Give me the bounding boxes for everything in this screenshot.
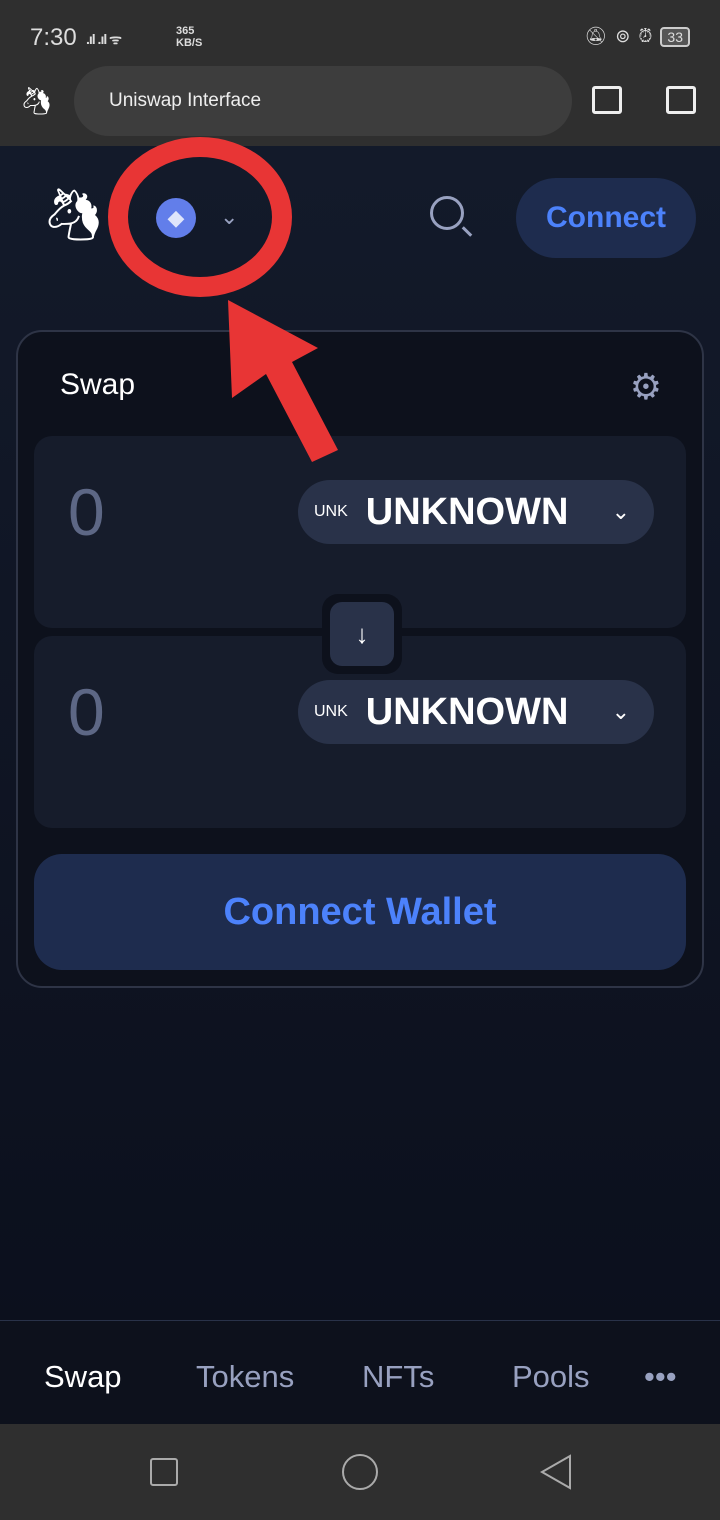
back-icon[interactable] (538, 1454, 574, 1490)
switch-tokens-button[interactable]: ↓ (322, 594, 402, 674)
connect-wallet-button[interactable]: Connect Wallet (34, 854, 686, 970)
battery-icon: 33 (660, 26, 690, 47)
nav-nfts[interactable]: NFTs (362, 1359, 434, 1395)
alarm-icon: ⏰︎ (638, 26, 653, 46)
clock: 7:30 (30, 24, 77, 51)
mute-icon: 🔕︎ (584, 26, 608, 46)
network-speed: 365 KB/S (176, 25, 202, 49)
ethereum-network-icon[interactable]: ◆ (156, 198, 196, 238)
recents-icon[interactable] (150, 1458, 178, 1486)
chevron-down-icon[interactable]: ⌄ (220, 204, 238, 230)
home-icon[interactable] (342, 1454, 378, 1490)
nav-tokens[interactable]: Tokens (196, 1359, 294, 1395)
arrow-down-icon: ↓ (330, 602, 394, 666)
chevron-down-icon: ⌄ (611, 699, 630, 724)
token-logo-text: UNK (314, 503, 348, 520)
output-token-selector[interactable]: UNK UNKNOWN ⌄ (298, 680, 654, 744)
chevron-down-icon: ⌄ (611, 499, 630, 524)
swap-title: Swap (60, 368, 136, 401)
desktop-view-icon[interactable] (592, 86, 622, 114)
browser-bar: 🦄︎ Uniswap Interface (0, 66, 720, 146)
share-icon[interactable] (666, 86, 696, 114)
signal-icon: .ıl .ıl ᯤ (86, 31, 122, 47)
output-amount[interactable]: 0 (68, 674, 105, 750)
speed-unit: KB/S (176, 37, 203, 49)
uniswap-app: 🦄︎ ◆ ⌄ Connect Swap ⚙ 0 UNK UNKNOWN ⌄ 0 … (0, 146, 720, 1424)
swap-card: Swap ⚙ 0 UNK UNKNOWN ⌄ 0 UNK UNKNOWN ⌄ ↓… (16, 330, 704, 988)
input-amount[interactable]: 0 (68, 474, 105, 550)
rotation-lock-icon: ⊚ (615, 26, 631, 46)
connect-button[interactable]: Connect (516, 178, 696, 258)
nav-swap[interactable]: Swap (44, 1359, 122, 1395)
token-logo-text: UNK (314, 703, 348, 720)
input-token-selector[interactable]: UNK UNKNOWN ⌄ (298, 480, 654, 544)
status-bar: 7:30 .ıl .ıl ᯤ 365 KB/S 🔕︎ ⊚ ⏰︎ 33 (0, 0, 720, 66)
bottom-nav: Swap Tokens NFTs Pools ••• (0, 1320, 720, 1424)
more-icon[interactable]: ••• (644, 1359, 677, 1395)
url-bar[interactable]: Uniswap Interface (74, 66, 572, 136)
uniswap-favicon-icon: 🦄︎ (20, 86, 54, 116)
gear-icon[interactable]: ⚙ (630, 366, 662, 408)
speed-value: 365 (176, 25, 195, 37)
android-nav-bar (0, 1424, 720, 1520)
uniswap-logo-icon[interactable]: 🦄︎ (42, 186, 105, 245)
token-name: UNKNOWN (365, 490, 569, 533)
search-icon[interactable] (430, 196, 464, 230)
token-name: UNKNOWN (365, 690, 569, 733)
nav-pools[interactable]: Pools (512, 1359, 590, 1395)
